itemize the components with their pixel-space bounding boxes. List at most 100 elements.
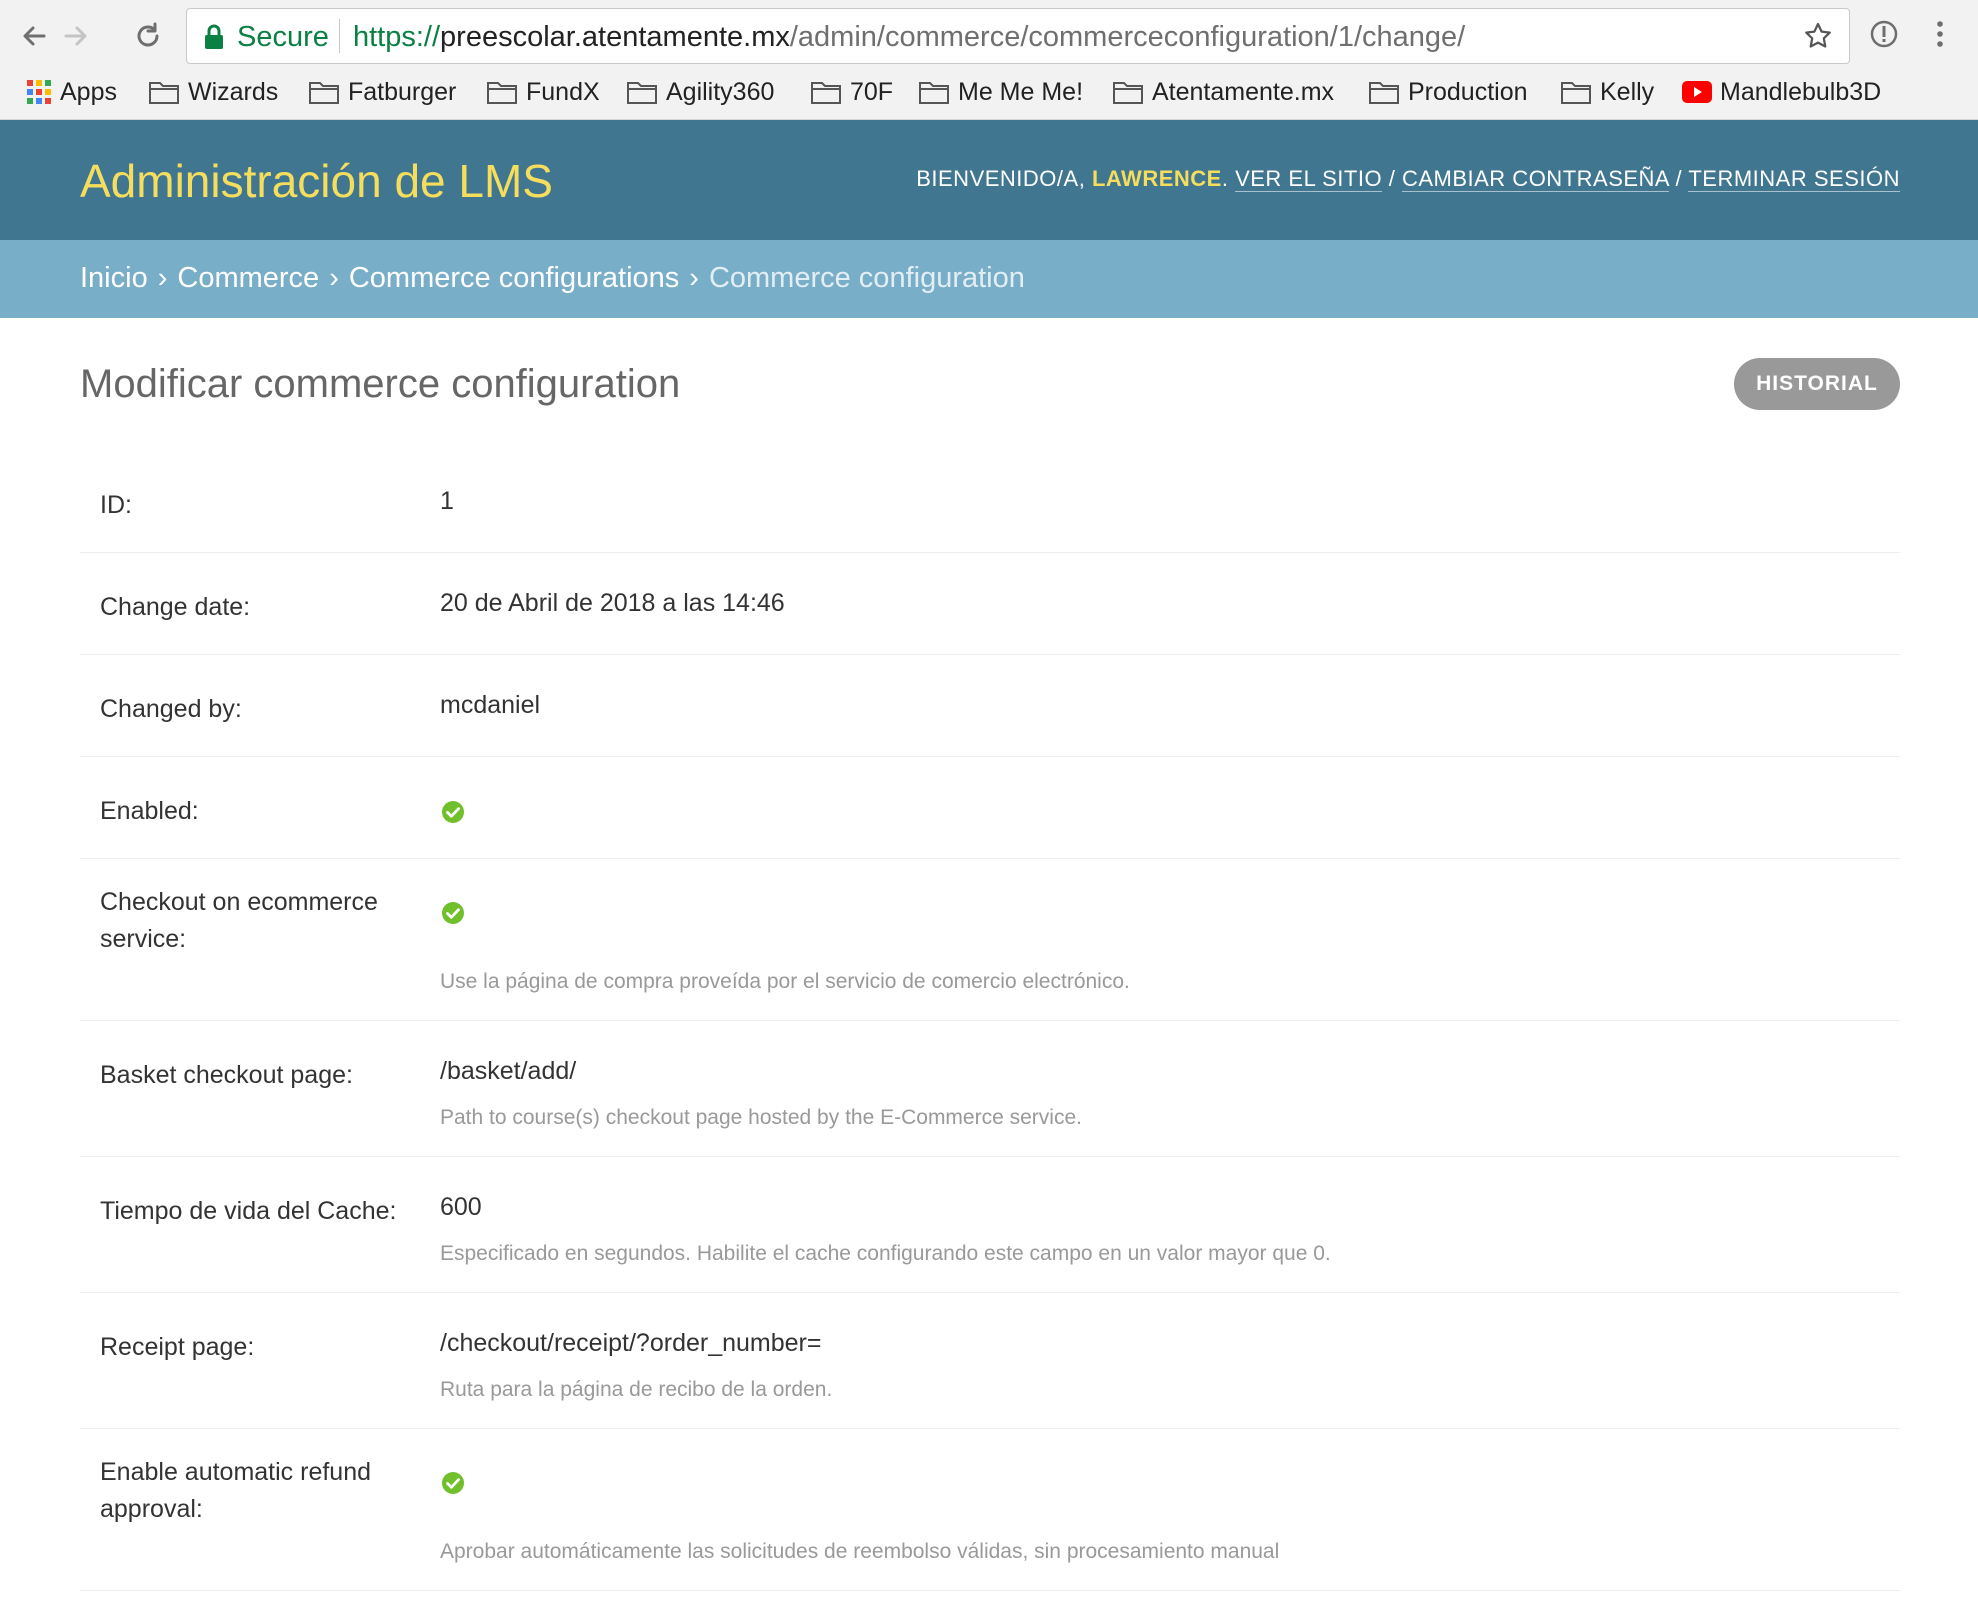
- breadcrumb: Inicio › Commerce › Commerce configurations ›…: [0, 240, 1978, 318]
- url-divider: [339, 19, 340, 53]
- field-label: Enable automatic refund approval:: [100, 1458, 372, 1523]
- check-circle-icon: [442, 1472, 464, 1494]
- bookmark-folder[interactable]: Atentamente.mx: [1112, 72, 1334, 112]
- back-button[interactable]: [14, 16, 54, 56]
- bookmark-label: Me Me Me!: [958, 77, 1084, 106]
- bookmark-label: Kelly: [1600, 77, 1655, 106]
- admin-header: Administración de LMS BIENVENIDO/A, LAWR…: [0, 120, 1978, 240]
- apps-grid-icon: [27, 80, 51, 104]
- bookmark-youtube[interactable]: Mandlebulb3D: [1682, 72, 1881, 112]
- field-label: Change date:: [100, 593, 251, 621]
- field-help-text: Use la página de compra proveída por el …: [440, 970, 1130, 993]
- lock-icon: [205, 24, 223, 49]
- welcome-text: BIENVENIDO/A,: [916, 166, 1086, 191]
- secure-label: Secure: [237, 21, 329, 53]
- address-bar[interactable]: Secure https://preescolar.atentamente.mx…: [186, 8, 1850, 64]
- forward-arrow-icon: [64, 26, 87, 46]
- browser-menu-icon[interactable]: [1930, 18, 1950, 50]
- url-scheme: https://: [353, 21, 441, 53]
- field-row-checkout-on-ecommerce: Checkout on ecommerce service: Use la pá…: [80, 859, 1900, 1021]
- field-value: mcdaniel: [440, 691, 541, 719]
- url-host: preescolar.atentamente.mx: [440, 21, 790, 53]
- bookmark-folder[interactable]: Me Me Me!: [918, 72, 1083, 112]
- bookmark-label: Fatburger: [348, 77, 457, 106]
- history-button[interactable]: HISTORIAL: [1734, 358, 1900, 410]
- folder-icon: [919, 82, 949, 104]
- field-label: Receipt page:: [100, 1333, 255, 1361]
- user-tools: BIENVENIDO/A, LAWRENCE. VER EL SITIO / C…: [916, 166, 1900, 192]
- site-branding[interactable]: Administración de LMS: [80, 154, 553, 208]
- field-row-auto-refund: Enable automatic refund approval: Aproba…: [80, 1429, 1900, 1591]
- field-value: 1: [440, 487, 454, 515]
- reload-icon: [137, 22, 159, 47]
- folder-icon: [627, 82, 657, 104]
- breadcrumb-current: Commerce configuration: [708, 262, 1025, 294]
- field-value: /checkout/receipt/?order_number=: [440, 1329, 822, 1357]
- folder-icon: [309, 82, 339, 104]
- bookmark-label: Agility360: [666, 77, 775, 106]
- folder-icon: [1113, 82, 1143, 104]
- breadcrumb-separator: ›: [689, 262, 699, 294]
- field-value: 20 de Abril de 2018 a las 14:46: [440, 589, 785, 617]
- forward-button[interactable]: [56, 16, 96, 56]
- field-help-text: Path to course(s) checkout page hosted b…: [440, 1106, 1082, 1129]
- folder-icon: [487, 82, 517, 104]
- bookmark-folder[interactable]: Kelly: [1560, 72, 1654, 112]
- field-label: ID:: [100, 491, 132, 519]
- separator: /: [1675, 166, 1683, 191]
- field-row-change-date: Change date: 20 de Abril de 2018 a las 1…: [80, 553, 1900, 655]
- field-row-basket-checkout-page: Basket checkout page: /basket/add/ Path …: [80, 1021, 1900, 1157]
- breadcrumb-trail: Inicio › Commerce › Commerce configurations ›…: [80, 262, 1025, 295]
- field-row-changed-by: Changed by: mcdaniel: [80, 655, 1900, 757]
- field-label: Checkout on ecommerce service:: [100, 888, 378, 953]
- field-label: Basket checkout page:: [100, 1061, 353, 1089]
- bookmark-folder[interactable]: 70F: [810, 72, 893, 112]
- page-title: Modificar commerce configuration: [80, 362, 681, 406]
- field-label: Tiempo de vida del Cache:: [100, 1197, 397, 1225]
- bookmark-folder[interactable]: Production: [1368, 72, 1528, 112]
- browser-chrome: Secure https://preescolar.atentamente.mx…: [0, 0, 1978, 120]
- field-label: Enabled:: [100, 797, 199, 825]
- logout-link[interactable]: TERMINAR SESIÓN: [1688, 166, 1900, 192]
- folder-icon: [1369, 82, 1399, 104]
- field-help-text: Ruta para la página de recibo de la orde…: [440, 1378, 833, 1401]
- folder-icon: [149, 82, 179, 104]
- bookmark-label: Wizards: [188, 77, 279, 106]
- view-site-link[interactable]: VER EL SITIO: [1235, 166, 1383, 192]
- back-arrow-icon: [23, 26, 46, 46]
- bookmark-label: 70F: [850, 77, 894, 106]
- change-password-link[interactable]: CAMBIAR CONTRASEÑA: [1401, 166, 1669, 192]
- breadcrumb-model-list[interactable]: Commerce configurations: [349, 262, 679, 294]
- field-row-cache-ttl: Tiempo de vida del Cache: 600 Especifica…: [80, 1157, 1900, 1293]
- bookmarks-bar: Apps Wizards Fatburger FundX Agility360 …: [0, 72, 1978, 112]
- username: LAWRENCE: [1091, 166, 1222, 191]
- breadcrumb-separator: ›: [157, 262, 168, 294]
- separator: /: [1388, 166, 1396, 191]
- bookmark-label: Atentamente.mx: [1152, 77, 1335, 106]
- folder-icon: [1561, 82, 1591, 104]
- youtube-icon: [1682, 81, 1712, 103]
- bookmark-label: Production: [1408, 77, 1528, 106]
- breadcrumb-separator: ›: [329, 262, 339, 294]
- field-value: /basket/add/: [440, 1057, 577, 1085]
- bookmark-folder[interactable]: Agility360: [626, 72, 774, 112]
- field-label: Changed by:: [100, 695, 242, 723]
- bookmark-apps[interactable]: Apps: [26, 72, 117, 112]
- bookmark-label: FundX: [526, 77, 600, 106]
- bookmark-star-icon[interactable]: [1803, 21, 1833, 51]
- field-value: 600: [440, 1193, 482, 1221]
- bookmark-folder[interactable]: Fatburger: [308, 72, 456, 112]
- readonly-form: ID: 1 Change date: 20 de Abril de 2018 a…: [80, 450, 1900, 1591]
- check-circle-icon: [442, 902, 464, 924]
- folder-icon: [811, 82, 841, 104]
- bookmark-folder[interactable]: Wizards: [148, 72, 278, 112]
- bookmark-folder[interactable]: FundX: [486, 72, 600, 112]
- field-row-id: ID: 1: [80, 450, 1900, 553]
- extension-icon[interactable]: [1868, 18, 1900, 50]
- breadcrumb-app[interactable]: Commerce: [177, 262, 319, 294]
- field-help-text: Aprobar automáticamente las solicitudes …: [440, 1540, 1280, 1563]
- url-text[interactable]: https://preescolar.atentamente.mx/admin/…: [353, 21, 1465, 54]
- reload-button[interactable]: [128, 16, 168, 56]
- check-circle-icon: [442, 801, 464, 823]
- breadcrumb-home[interactable]: Inicio: [80, 262, 148, 294]
